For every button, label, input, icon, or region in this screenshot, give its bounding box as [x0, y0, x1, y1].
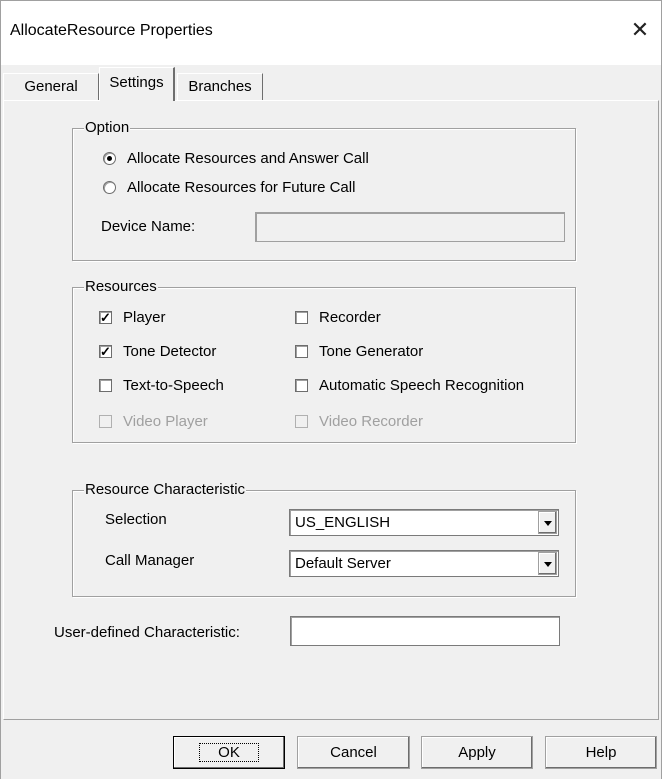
device-name-label: Device Name: [101, 218, 196, 235]
resource-characteristic-group: Resource Characteristic Selection US_ENG… [72, 481, 576, 597]
cancel-button[interactable]: Cancel [297, 736, 410, 769]
properties-dialog: AllocateResource Properties ✕ General Se… [0, 0, 662, 779]
radio-button[interactable] [103, 180, 116, 194]
selection-value: US_ENGLISH [295, 514, 391, 531]
user-defined-label: User-defined Characteristic: [54, 624, 240, 641]
radio-answer-call-label: Allocate Resources and Answer Call [127, 149, 369, 167]
text-to-speech-label: Text-to-Speech [123, 376, 224, 394]
close-icon[interactable]: ✕ [625, 15, 655, 45]
option-group: Option Allocate Resources and Answer Cal… [72, 119, 576, 261]
checkbox-player[interactable]: ✓ Player [99, 307, 166, 327]
video-player-label: Video Player [123, 412, 208, 430]
checkbox-recorder[interactable]: Recorder [295, 307, 381, 327]
tone-generator-label: Tone Generator [319, 342, 424, 360]
check-icon[interactable]: ✓ [99, 310, 112, 324]
checkbox-tone-detector[interactable]: ✓ Tone Detector [99, 341, 216, 361]
chevron-down-icon[interactable] [538, 511, 557, 534]
selection-dropdown[interactable]: US_ENGLISH [289, 509, 559, 536]
checkbox-tone-generator[interactable]: Tone Generator [295, 341, 423, 361]
player-label: Player [123, 308, 166, 326]
title-bar[interactable]: AllocateResource Properties ✕ [1, 1, 661, 65]
window-title: AllocateResource Properties [10, 22, 213, 39]
checkbox-text-to-speech[interactable]: Text-to-Speech [99, 375, 224, 395]
settings-tab-panel: Option Allocate Resources and Answer Cal… [3, 100, 659, 720]
option-group-title: Option [84, 119, 131, 137]
radio-answer-call[interactable]: Allocate Resources and Answer Call [103, 148, 369, 168]
device-name-field [255, 212, 565, 242]
checkbox-video-player: Video Player [99, 411, 208, 431]
resources-group: Resources ✓ Player Recorder ✓ Tone Detec… [72, 278, 576, 443]
radio-button-selected[interactable] [103, 151, 116, 165]
call-manager-value: Default Server [295, 555, 391, 572]
call-manager-label: Call Manager [105, 552, 195, 569]
selection-label: Selection [105, 511, 167, 528]
checkbox-box[interactable] [295, 378, 308, 392]
ok-button-label: OK [199, 743, 259, 762]
chevron-down-icon[interactable] [538, 552, 557, 575]
call-manager-dropdown[interactable]: Default Server [289, 550, 559, 577]
checkbox-box[interactable] [295, 310, 308, 324]
tone-detector-label: Tone Detector [123, 342, 217, 360]
video-recorder-label: Video Recorder [319, 412, 423, 430]
checkbox-speech-recognition[interactable]: Automatic Speech Recognition [295, 375, 524, 395]
apply-button[interactable]: Apply [421, 736, 533, 769]
recorder-label: Recorder [319, 308, 381, 326]
check-icon[interactable]: ✓ [99, 344, 112, 358]
tab-general[interactable]: General [3, 73, 99, 100]
user-defined-field[interactable] [290, 616, 560, 646]
resource-characteristic-title: Resource Characteristic [84, 481, 247, 499]
checkbox-box[interactable] [99, 378, 112, 392]
radio-future-call-label: Allocate Resources for Future Call [127, 178, 356, 196]
tab-branches[interactable]: Branches [177, 73, 263, 100]
checkbox-video-recorder: Video Recorder [295, 411, 423, 431]
ok-button[interactable]: OK [173, 736, 285, 769]
help-button[interactable]: Help [545, 736, 657, 769]
resources-group-title: Resources [84, 278, 158, 296]
checkbox-box [295, 414, 308, 428]
radio-future-call[interactable]: Allocate Resources for Future Call [103, 177, 355, 197]
checkbox-box [99, 414, 112, 428]
checkbox-box[interactable] [295, 344, 308, 358]
tab-settings[interactable]: Settings [99, 67, 175, 101]
speech-recognition-label: Automatic Speech Recognition [319, 376, 525, 394]
